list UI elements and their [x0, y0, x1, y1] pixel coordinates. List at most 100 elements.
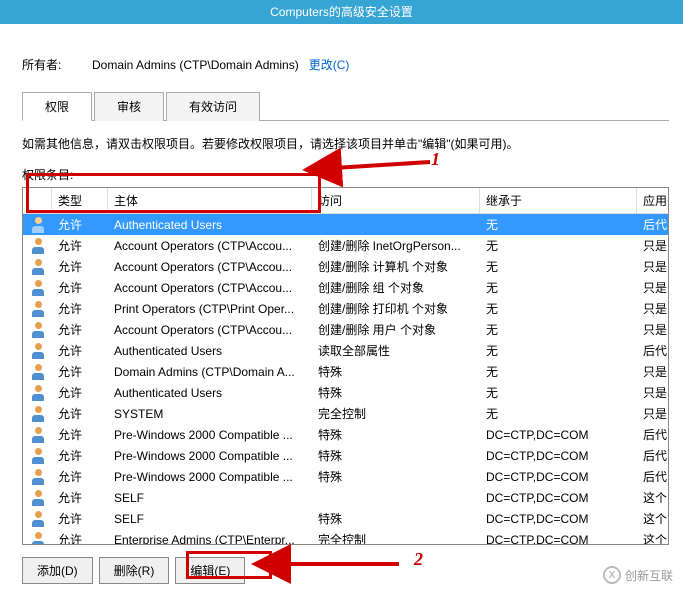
owner-change-link[interactable]: 更改(C): [309, 56, 350, 73]
cell-principal: Account Operators (CTP\Accou...: [108, 258, 312, 276]
cell-inherit: 无: [480, 382, 637, 403]
cell-inherit: DC=CTP,DC=COM: [480, 426, 637, 444]
cell-apply: 后代: [637, 445, 668, 466]
row-icon: [23, 217, 52, 233]
cell-apply: 只是: [637, 382, 668, 403]
tab-effective-access[interactable]: 有效访问: [166, 92, 260, 121]
table-row[interactable]: 允许SELF特殊DC=CTP,DC=COM这个: [23, 508, 668, 529]
cell-inherit: 无: [480, 235, 637, 256]
cell-apply: 后代: [637, 424, 668, 445]
col-access[interactable]: 访问: [312, 188, 480, 213]
row-icon: [23, 364, 52, 380]
cell-access: 特殊: [312, 445, 480, 466]
col-principal[interactable]: 主体: [108, 188, 312, 213]
cell-type: 允许: [52, 508, 108, 529]
tab-permissions[interactable]: 权限: [22, 92, 92, 121]
cell-type: 允许: [52, 319, 108, 340]
cell-apply: 只是: [637, 298, 668, 319]
cell-inherit: 无: [480, 361, 637, 382]
users-icon: [30, 259, 46, 275]
cell-principal: Domain Admins (CTP\Domain A...: [108, 363, 312, 381]
table-row[interactable]: 允许Print Operators (CTP\Print Oper...创建/删…: [23, 298, 668, 319]
table-row[interactable]: 允许Pre-Windows 2000 Compatible ...特殊DC=CT…: [23, 424, 668, 445]
table-row[interactable]: 允许Account Operators (CTP\Accou...创建/删除 计…: [23, 256, 668, 277]
cell-access: 创建/删除 组 个对象: [312, 277, 480, 298]
users-icon: [30, 343, 46, 359]
table-row[interactable]: 允许Account Operators (CTP\Accou...创建/删除 用…: [23, 319, 668, 340]
table-row[interactable]: 允许Domain Admins (CTP\Domain A...特殊无只是: [23, 361, 668, 382]
users-icon: [30, 217, 46, 233]
remove-button[interactable]: 删除(R): [99, 557, 170, 584]
table-row[interactable]: 允许Account Operators (CTP\Accou...创建/删除 组…: [23, 277, 668, 298]
cell-inherit: 无: [480, 256, 637, 277]
tab-auditing[interactable]: 审核: [94, 92, 164, 121]
users-icon: [30, 301, 46, 317]
cell-principal: Authenticated Users: [108, 384, 312, 402]
table-row[interactable]: 允许Authenticated Users读取全部属性无后代: [23, 340, 668, 361]
table-row[interactable]: 允许SYSTEM完全控制无只是: [23, 403, 668, 424]
table-row[interactable]: 允许Authenticated Users特殊无只是: [23, 382, 668, 403]
users-icon: [30, 238, 46, 254]
cell-apply: 只是: [637, 277, 668, 298]
table-row[interactable]: 允许SELFDC=CTP,DC=COM这个: [23, 487, 668, 508]
cell-access: 创建/删除 用户 个对象: [312, 319, 480, 340]
cell-access: 读取全部属性: [312, 340, 480, 361]
cell-inherit: 无: [480, 319, 637, 340]
info-text: 如需其他信息，请双击权限项目。若要修改权限项目，请选择该项目并单击"编辑"(如果…: [22, 135, 669, 152]
cell-principal: Account Operators (CTP\Accou...: [108, 237, 312, 255]
row-icon: [23, 385, 52, 401]
row-icon: [23, 448, 52, 464]
permissions-table: 类型 主体 访问 继承于 应用于 允许Authenticated Users无后…: [22, 187, 669, 545]
cell-apply: 这个: [637, 487, 668, 508]
row-icon: [23, 490, 52, 506]
cell-principal: Print Operators (CTP\Print Oper...: [108, 300, 312, 318]
users-icon: [30, 511, 46, 527]
cell-access: 创建/删除 打印机 个对象: [312, 298, 480, 319]
users-icon: [30, 427, 46, 443]
cell-principal: Account Operators (CTP\Accou...: [108, 321, 312, 339]
row-icon: [23, 511, 52, 527]
cell-type: 允许: [52, 466, 108, 487]
row-icon: [23, 406, 52, 422]
table-row[interactable]: 允许Enterprise Admins (CTP\Enterpr...完全控制D…: [23, 529, 668, 544]
cell-inherit: DC=CTP,DC=COM: [480, 468, 637, 486]
button-row: 添加(D) 删除(R) 编辑(E): [22, 557, 669, 584]
cell-type: 允许: [52, 298, 108, 319]
cell-principal: Pre-Windows 2000 Compatible ...: [108, 426, 312, 444]
users-icon: [30, 469, 46, 485]
row-icon: [23, 469, 52, 485]
cell-principal: SELF: [108, 510, 312, 528]
cell-apply: 这个: [637, 529, 668, 544]
cell-type: 允许: [52, 361, 108, 382]
cell-inherit: DC=CTP,DC=COM: [480, 447, 637, 465]
list-label: 权限条目:: [22, 166, 669, 183]
users-icon: [30, 490, 46, 506]
users-icon: [30, 322, 46, 338]
cell-inherit: DC=CTP,DC=COM: [480, 489, 637, 507]
table-row[interactable]: 允许Pre-Windows 2000 Compatible ...特殊DC=CT…: [23, 466, 668, 487]
table-row[interactable]: 允许Account Operators (CTP\Accou...创建/删除 I…: [23, 235, 668, 256]
cell-principal: SYSTEM: [108, 405, 312, 423]
cell-type: 允许: [52, 214, 108, 235]
cell-access: 完全控制: [312, 529, 480, 544]
edit-button[interactable]: 编辑(E): [175, 557, 245, 584]
watermark: X 创新互联: [603, 566, 673, 584]
cell-principal: Pre-Windows 2000 Compatible ...: [108, 447, 312, 465]
cell-inherit: 无: [480, 340, 637, 361]
cell-access: 特殊: [312, 424, 480, 445]
add-button[interactable]: 添加(D): [22, 557, 93, 584]
cell-access: 创建/删除 计算机 个对象: [312, 256, 480, 277]
cell-type: 允许: [52, 235, 108, 256]
table-row[interactable]: 允许Authenticated Users无后代: [23, 214, 668, 235]
cell-access: [312, 223, 480, 227]
users-icon: [30, 448, 46, 464]
col-apply[interactable]: 应用于: [637, 188, 669, 213]
col-type[interactable]: 类型: [52, 188, 108, 213]
col-icon[interactable]: [23, 188, 52, 213]
watermark-text: 创新互联: [625, 567, 673, 584]
table-row[interactable]: 允许Pre-Windows 2000 Compatible ...特殊DC=CT…: [23, 445, 668, 466]
cell-apply: 只是: [637, 256, 668, 277]
table-body[interactable]: 允许Authenticated Users无后代允许Account Operat…: [23, 214, 668, 544]
col-inherit[interactable]: 继承于: [480, 188, 637, 213]
users-icon: [30, 406, 46, 422]
